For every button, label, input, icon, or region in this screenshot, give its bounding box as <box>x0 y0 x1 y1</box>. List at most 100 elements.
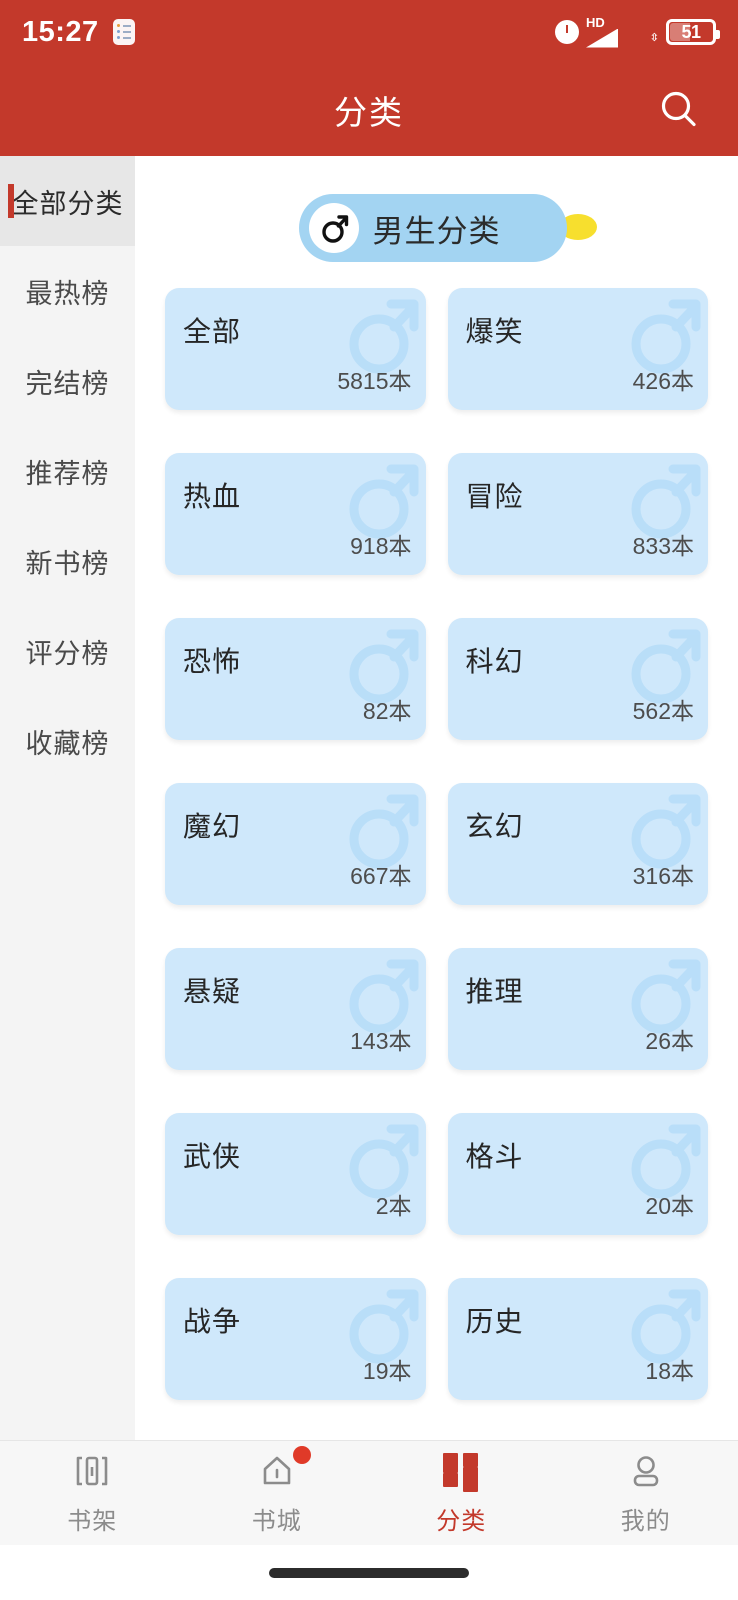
category-card[interactable]: 冒险 833本 <box>447 453 708 575</box>
grid-block <box>443 1453 459 1473</box>
category-card[interactable]: 恐怖 82本 <box>165 618 426 740</box>
grid-block <box>463 1453 479 1467</box>
sidebar-item-label: 推荐榜 <box>25 458 110 489</box>
nav-item-label: 分类 <box>436 1508 487 1535</box>
sidebar-item-all-categories[interactable]: 全部分类 <box>0 156 135 246</box>
category-content: 男生分类 全部 5815本 爆笑 426本 热血 918本 冒险 833本 恐怖… <box>135 156 738 1440</box>
category-count: 918本 <box>350 533 412 559</box>
category-grid: 全部 5815本 爆笑 426本 热血 918本 冒险 833本 恐怖 82本 … <box>165 288 708 1400</box>
nav-item-label: 书城 <box>251 1508 302 1535</box>
category-card[interactable]: 科幻 562本 <box>447 618 708 740</box>
category-card[interactable]: 历史 18本 <box>447 1278 708 1400</box>
category-name: 科幻 <box>465 646 524 677</box>
battery-icon: 51 <box>666 19 720 45</box>
sidebar-item-hottest[interactable]: 最热榜 <box>0 246 135 336</box>
sidebar-item-label: 新书榜 <box>25 548 110 579</box>
network-type-indicator: HD <box>586 14 618 48</box>
category-count: 316本 <box>632 863 694 889</box>
category-count: 426本 <box>632 368 694 394</box>
status-bar-indicators: HD ⇳ 51 <box>555 14 720 48</box>
sidebar-item-label: 评分榜 <box>25 638 110 669</box>
page-body: 全部分类 最热榜 完结榜 推荐榜 新书榜 评分榜 收藏榜 男生分类 全部 581… <box>0 156 738 1440</box>
category-name: 历史 <box>465 1306 524 1337</box>
male-gender-icon <box>308 203 359 253</box>
category-card[interactable]: 热血 918本 <box>165 453 426 575</box>
app-root: 15:27 HD ⇳ 51 分类 全部分类 最热榜 完结榜 推荐榜 新书榜 评分… <box>0 0 738 1600</box>
app-bar: 分类 <box>0 64 738 156</box>
category-name: 战争 <box>183 1306 242 1337</box>
alarm-icon <box>555 20 579 44</box>
home-indicator-area <box>0 1545 738 1600</box>
category-name: 格斗 <box>465 1141 524 1172</box>
notification-badge <box>292 1446 311 1464</box>
battery-level-label: 51 <box>681 21 701 42</box>
nav-item-categories[interactable]: 分类 <box>369 1441 554 1545</box>
category-name: 恐怖 <box>183 646 242 677</box>
category-count: 2本 <box>375 1193 412 1219</box>
page-title: 分类 <box>334 94 404 131</box>
category-name: 玄幻 <box>465 811 524 842</box>
category-count: 562本 <box>632 698 694 724</box>
sidebar-item-recommended[interactable]: 推荐榜 <box>0 426 135 516</box>
sidebar-item-rating[interactable]: 评分榜 <box>0 606 135 696</box>
category-card[interactable]: 悬疑 143本 <box>165 948 426 1070</box>
grid-icon-blocks <box>443 1453 479 1492</box>
category-count: 833本 <box>632 533 694 559</box>
nav-item-profile[interactable]: 我的 <box>554 1441 738 1545</box>
category-name: 魔幻 <box>183 811 242 842</box>
sidebar-item-label: 收藏榜 <box>25 728 110 759</box>
category-card[interactable]: 爆笑 426本 <box>447 288 708 410</box>
nav-item-bookshelf[interactable]: 书架 <box>0 1441 185 1545</box>
section-header-male: 男生分类 <box>298 194 597 262</box>
nav-item-bookstore[interactable]: 书城 <box>185 1441 370 1545</box>
search-icon[interactable] <box>656 87 702 133</box>
bottom-navigation: 书架 书城 分类 我的 <box>0 1440 738 1545</box>
category-sidebar[interactable]: 全部分类 最热榜 完结榜 推荐榜 新书榜 评分榜 收藏榜 <box>0 156 135 1440</box>
category-card[interactable]: 魔幻 667本 <box>165 783 426 905</box>
category-name: 爆笑 <box>465 316 524 347</box>
sidebar-item-label: 最热榜 <box>25 278 110 309</box>
category-count: 18本 <box>645 1358 694 1384</box>
category-name: 武侠 <box>183 1141 242 1172</box>
category-card[interactable]: 推理 26本 <box>447 948 708 1070</box>
bookshelf-icon <box>70 1450 114 1492</box>
category-name: 推理 <box>465 976 524 1007</box>
grid-icon <box>439 1450 483 1492</box>
person-icon <box>624 1450 668 1492</box>
nav-item-label: 书架 <box>67 1508 118 1535</box>
grid-block <box>463 1467 479 1492</box>
sidebar-item-label: 全部分类 <box>11 188 124 219</box>
category-card[interactable]: 玄幻 316本 <box>447 783 708 905</box>
category-name: 冒险 <box>465 481 524 512</box>
sidebar-item-completed[interactable]: 完结榜 <box>0 336 135 426</box>
category-count: 82本 <box>362 698 412 724</box>
status-bar: 15:27 HD ⇳ 51 <box>0 0 738 64</box>
signal-bars-icon <box>586 28 618 48</box>
notes-icon <box>112 19 135 45</box>
category-count: 5815本 <box>337 368 412 394</box>
category-card[interactable]: 格斗 20本 <box>447 1113 708 1235</box>
category-card[interactable]: 武侠 2本 <box>165 1113 426 1235</box>
category-name: 悬疑 <box>183 976 242 1007</box>
category-name: 全部 <box>183 316 242 347</box>
section-header-pill: 男生分类 <box>298 194 567 262</box>
sidebar-item-label: 完结榜 <box>25 368 110 399</box>
category-card[interactable]: 战争 19本 <box>165 1278 426 1400</box>
section-header-label: 男生分类 <box>372 213 501 249</box>
sidebar-item-favorites[interactable]: 收藏榜 <box>0 696 135 786</box>
category-count: 143本 <box>350 1028 412 1054</box>
network-type-label: HD <box>586 14 605 30</box>
wifi-transfer-arrows: ⇳ <box>649 32 659 44</box>
category-count: 20本 <box>645 1193 694 1219</box>
sidebar-item-new-books[interactable]: 新书榜 <box>0 516 135 606</box>
category-name: 热血 <box>183 481 242 512</box>
home-icon <box>255 1446 311 1492</box>
category-count: 667本 <box>350 863 412 889</box>
grid-block <box>443 1473 459 1487</box>
wifi-icon: ⇳ <box>627 20 659 44</box>
nav-item-label: 我的 <box>620 1508 671 1535</box>
home-indicator[interactable] <box>269 1567 469 1578</box>
category-count: 19本 <box>362 1358 412 1384</box>
category-card[interactable]: 全部 5815本 <box>165 288 426 410</box>
status-bar-time: 15:27 <box>22 15 99 48</box>
